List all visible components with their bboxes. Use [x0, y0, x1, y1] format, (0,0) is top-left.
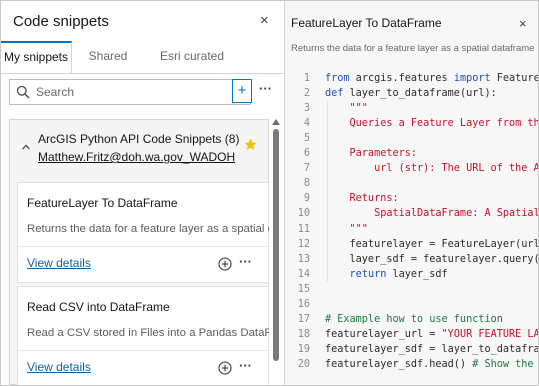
snippet-title: FeatureLayer To DataFrame	[27, 196, 178, 210]
code-text: url (str): The URL of the ArcGIS Fea	[374, 163, 538, 175]
chevron-up-icon[interactable]	[21, 142, 31, 152]
card-footer: View details ···	[18, 246, 268, 283]
panel-title: Code snippets	[13, 13, 109, 30]
search-box	[9, 79, 251, 105]
code-line: 3 """	[285, 101, 538, 116]
snippet-more-button[interactable]: ···	[239, 358, 252, 373]
code-text: SpatialDataFrame: A Spatial DataFram	[374, 208, 538, 220]
code-text: """	[325, 103, 368, 115]
code-text: featurelayer_sdf = layer_to_dataframe(fe…	[325, 343, 538, 355]
code-text: def layer_to_dataframe(url):	[325, 88, 497, 100]
code-line: 14 return layer_sdf	[285, 267, 538, 282]
tab-my-snippets[interactable]: My snippets	[1, 41, 72, 73]
line-number: 19	[297, 343, 310, 355]
code-line: 17 # Example how to use function	[285, 312, 538, 327]
line-number: 4	[303, 118, 310, 130]
line-number: 12	[297, 238, 310, 250]
code-line: 7 url (str): The URL of the ArcGIS Fea	[285, 161, 538, 176]
line-number: 15	[297, 283, 310, 295]
code-editor[interactable]: 1 from arcgis.features import FeatureLaye…	[285, 69, 538, 385]
code-text: featurelayer = FeatureLayer(url)	[325, 238, 538, 250]
close-detail-button[interactable]: ×	[519, 16, 527, 31]
code-line: 10 SpatialDataFrame: A Spatial DataFram	[285, 206, 538, 221]
code-text: featurelayer_url = "YOUR FEATURE LAYER U…	[325, 328, 538, 340]
code-text: return layer_sdf	[349, 268, 448, 280]
snippet-tabs: My snippets Shared snippets Esri curated	[1, 41, 284, 94]
line-number: 17	[297, 313, 310, 325]
code-text: # Example how to use function	[325, 313, 503, 325]
snippet-description: Returns the data for a feature layer as …	[27, 223, 269, 235]
line-number: 13	[297, 253, 310, 265]
insert-snippet-icon[interactable]	[218, 361, 232, 375]
view-details-link[interactable]: View details	[27, 256, 91, 270]
indent-guide	[327, 101, 328, 282]
code-line: 2 def layer_to_dataframe(url):	[285, 86, 538, 101]
group-owner-link[interactable]: Matthew.Fritz@doh.wa.gov_WADOH	[38, 150, 235, 164]
line-number: 20	[297, 358, 310, 370]
snippet-title: Read CSV into DataFrame	[27, 300, 170, 314]
code-line: 12 featurelayer = FeatureLayer(url)	[285, 237, 538, 252]
snippet-list: ArcGIS Python API Code Snippets (8) Matt…	[9, 119, 269, 385]
code-line: 4 Queries a Feature Layer from the given…	[285, 116, 538, 131]
code-text: from arcgis.features import FeatureLayer	[325, 73, 538, 84]
code-line: 5	[285, 131, 538, 146]
scrollbar-thumb[interactable]	[273, 129, 279, 361]
code-line: 15	[285, 282, 538, 297]
card-footer: View details ···	[18, 350, 268, 385]
snippet-description: Read a CSV stored in Files into a Pandas…	[27, 327, 269, 339]
line-number: 1	[303, 73, 310, 84]
line-number: 2	[303, 88, 310, 100]
code-line: 20 featurelayer_sdf.head() # Show the top…	[285, 357, 538, 372]
code-line: 16	[285, 297, 538, 312]
code-line: 6 Parameters:	[285, 146, 538, 161]
detail-subtitle: Returns the data for a feature layer as …	[291, 43, 535, 54]
code-text: layer_sdf = featurelayer.query(as_df=Tru	[349, 253, 538, 265]
tab-shared-snippets[interactable]: Shared snippets	[74, 41, 142, 94]
snippet-card[interactable]: Read CSV into DataFrame Read a CSV store…	[17, 286, 269, 385]
snippet-more-button[interactable]: ···	[239, 254, 252, 269]
line-number: 18	[297, 328, 310, 340]
tab-esri-curated[interactable]: Esri curated	[152, 41, 232, 72]
code-text: """	[325, 223, 368, 235]
code-text: featurelayer_sdf.head() # Show the top 5…	[325, 358, 534, 370]
code-line: 1 from arcgis.features import FeatureLaye…	[285, 71, 538, 86]
code-line: 11 """	[285, 222, 538, 237]
close-panel-button[interactable]: ×	[260, 12, 269, 29]
line-number: 3	[303, 103, 310, 115]
code-line: 13 layer_sdf = featurelayer.query(as_df=…	[285, 252, 538, 267]
search-input[interactable]	[36, 83, 244, 100]
line-number: 14	[297, 268, 310, 280]
line-number: 6	[303, 148, 310, 160]
code-line: 8	[285, 176, 538, 191]
group-title: ArcGIS Python API Code Snippets (8)	[38, 132, 240, 146]
code-snippets-panel: Code snippets × My snippets Shared snipp…	[1, 1, 285, 385]
code-line: 9 Returns:	[285, 191, 538, 206]
add-snippet-button[interactable]: +	[232, 79, 252, 103]
group-header[interactable]: ArcGIS Python API Code Snippets (8) Matt…	[10, 120, 268, 170]
snippet-detail-panel: FeatureLayer To DataFrame × Returns the …	[285, 1, 538, 385]
line-number: 9	[303, 193, 310, 205]
code-text: Returns:	[325, 193, 399, 205]
more-options-button[interactable]: ···	[259, 81, 272, 96]
snippet-card[interactable]: FeatureLayer To DataFrame Returns the da…	[17, 182, 269, 283]
snippet-group: ArcGIS Python API Code Snippets (8) Matt…	[9, 119, 269, 385]
line-number: 5	[303, 133, 310, 145]
line-number: 8	[303, 178, 310, 190]
line-number: 16	[297, 298, 310, 310]
line-number: 10	[297, 208, 310, 220]
code-text: Queries a Feature Layer from the given U	[349, 118, 538, 130]
code-line: 18 featurelayer_url = "YOUR FEATURE LAYER…	[285, 327, 538, 342]
code-text: Parameters:	[325, 148, 418, 160]
insert-snippet-icon[interactable]	[218, 257, 232, 271]
app-window: Code snippets × My snippets Shared snipp…	[0, 0, 539, 386]
line-number: 11	[297, 223, 310, 235]
star-icon[interactable]	[244, 138, 257, 151]
panel-header: Code snippets ×	[1, 1, 284, 41]
detail-title: FeatureLayer To DataFrame	[291, 16, 442, 30]
line-number: 7	[303, 163, 310, 175]
search-icon	[16, 85, 30, 99]
view-details-link[interactable]: View details	[27, 360, 91, 374]
scroll-up-arrow[interactable]	[272, 119, 280, 125]
code-line: 19 featurelayer_sdf = layer_to_dataframe(…	[285, 342, 538, 357]
